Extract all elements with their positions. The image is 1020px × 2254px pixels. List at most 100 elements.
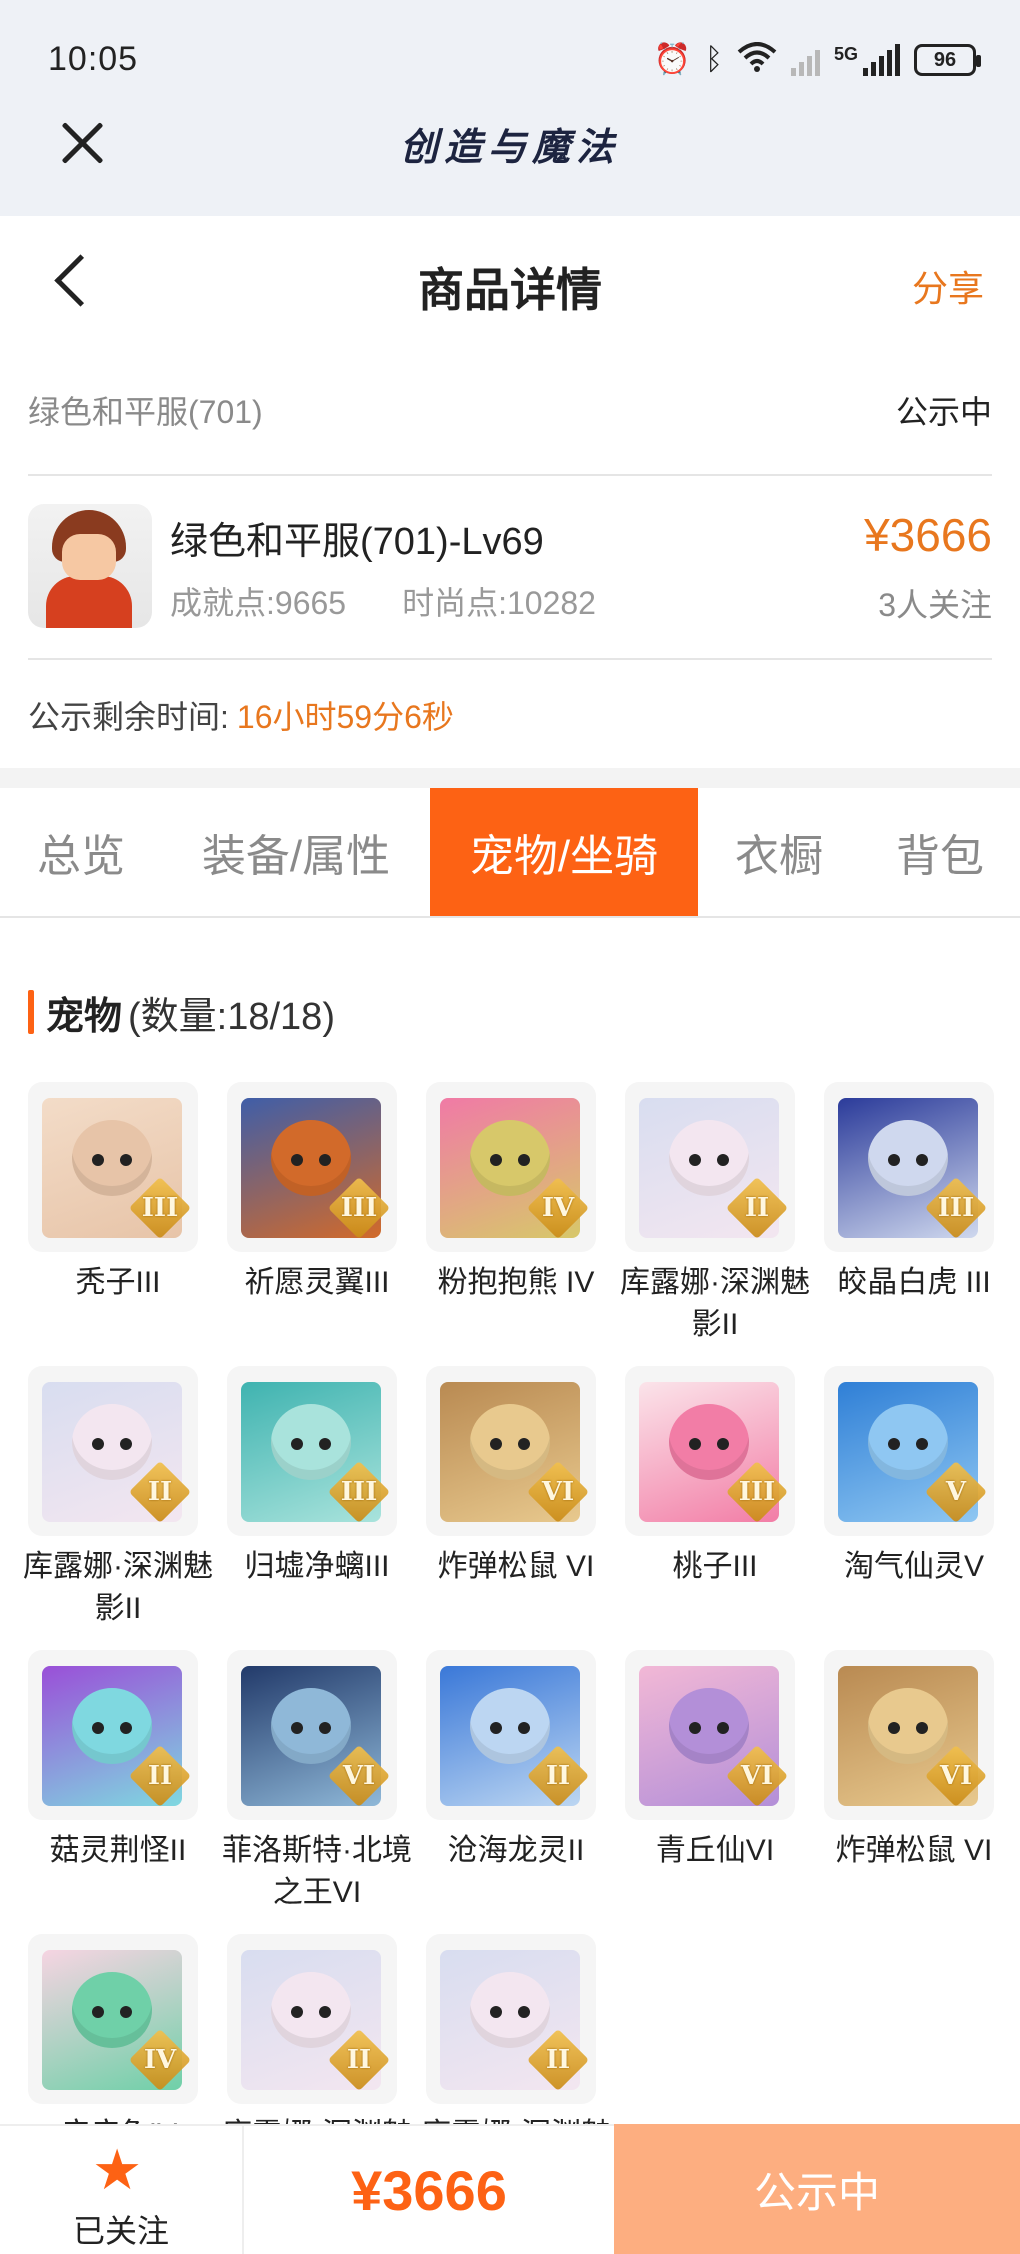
tier-badge: II — [526, 2028, 590, 2092]
section-gap — [0, 768, 1020, 788]
tab-wardrobe[interactable]: 衣橱 — [698, 788, 860, 916]
tier-badge: IV — [128, 2028, 192, 2092]
signal-icon-sim1 — [790, 44, 820, 76]
tier-badge: VI — [327, 1744, 391, 1808]
tier-badge: VI — [924, 1744, 988, 1808]
tier-label: III — [340, 1477, 378, 1507]
pet-thumbnail: II — [426, 1650, 596, 1820]
item-name: 绿色和平服(701) — [28, 394, 263, 430]
divider — [28, 658, 992, 660]
pet-name: 库露娜·深渊魅影II — [620, 1266, 810, 1341]
remaining-time-label: 公示剩余时间: — [28, 699, 229, 735]
tier-badge: III — [924, 1176, 988, 1240]
tier-label: II — [147, 1477, 173, 1507]
alarm-icon: ⏰ — [653, 43, 691, 76]
page-header: 商品详情 分享 — [0, 216, 1020, 346]
pet-name: 库露娜·深渊魅影II — [23, 1550, 213, 1625]
item-summary-row: 绿色和平服(701) 公示中 — [28, 380, 992, 440]
character-avatar — [28, 504, 152, 628]
pet-name: 皎晶白虎 III — [837, 1266, 991, 1299]
tier-label: II — [147, 1761, 173, 1791]
tier-label: VI — [939, 1761, 973, 1791]
tier-label: IV — [541, 1193, 575, 1223]
tier-badge: III — [327, 1460, 391, 1524]
tier-badge: II — [327, 2028, 391, 2092]
pet-thumbnail: VI — [824, 1650, 994, 1820]
pet-thumbnail: III — [824, 1082, 994, 1252]
battery-level: 96 — [933, 48, 957, 71]
pet-thumbnail: II — [227, 1934, 397, 2104]
tier-badge: VI — [725, 1744, 789, 1808]
tier-label: II — [545, 2045, 571, 2075]
pet-name: 秃子III — [75, 1266, 161, 1299]
pet-name: 炸弹松鼠 VI — [835, 1834, 993, 1867]
pet-thumbnail: VI — [625, 1650, 795, 1820]
pet-thumbnail: III — [227, 1366, 397, 1536]
follow-button[interactable]: ★ 已关注 — [0, 2126, 244, 2254]
remaining-time-value: 16小时59分6秒 — [236, 699, 454, 735]
tier-badge: III — [128, 1176, 192, 1240]
share-button[interactable]: 分享 — [912, 260, 984, 312]
tier-label: VI — [342, 1761, 376, 1791]
bottom-price: ¥3666 — [351, 2158, 507, 2222]
item-title: 绿色和平服(701)-Lv69 — [170, 521, 544, 563]
item-price: ¥3666 — [864, 509, 992, 561]
tab-overview[interactable]: 总览 — [0, 788, 162, 916]
bluetooth-icon: ᛒ — [704, 43, 723, 76]
tier-label: II — [545, 1761, 571, 1791]
tier-label: III — [937, 1193, 975, 1223]
pet-thumbnail: III — [625, 1366, 795, 1536]
section-label: 宠物 — [46, 995, 123, 1038]
bottom-action-bar: ★ 已关注 ¥3666 公示中 — [0, 2124, 1020, 2254]
tier-label: V — [945, 1477, 967, 1507]
status-icons: ⏰ ᛒ 5G 96 — [653, 42, 981, 78]
page-title: 商品详情 — [418, 264, 602, 316]
tier-badge: II — [128, 1460, 192, 1524]
tab-bar: 总览 装备/属性 宠物/坐骑 衣橱 背包 — [0, 788, 1020, 918]
battery-icon: 96 — [914, 44, 981, 76]
tier-label: III — [340, 1193, 378, 1223]
tier-badge: VI — [526, 1460, 590, 1524]
pet-thumbnail: II — [28, 1366, 198, 1536]
fashion-points: 时尚点:10282 — [402, 585, 596, 621]
tier-badge: III — [725, 1460, 789, 1524]
network-type-label: 5G — [833, 44, 858, 64]
pet-name: 炸弹松鼠 VI — [437, 1550, 595, 1583]
pet-name: 粉抱抱熊 IV — [437, 1266, 595, 1299]
star-icon: ★ — [92, 2138, 143, 2201]
tier-badge: II — [725, 1176, 789, 1240]
app-title: 创造与魔法 — [399, 124, 620, 169]
tab-backpack[interactable]: 背包 — [860, 788, 1020, 916]
pet-name: 淘气仙灵V — [843, 1550, 984, 1583]
pet-name: 归墟净螭III — [244, 1550, 390, 1583]
tab-equipment[interactable]: 装备/属性 — [162, 788, 430, 916]
tier-badge: III — [327, 1176, 391, 1240]
tier-label: II — [346, 2045, 372, 2075]
tier-badge: II — [526, 1744, 590, 1808]
pet-thumbnail: VI — [426, 1366, 596, 1536]
pet-name: 桃子III — [672, 1550, 758, 1583]
tier-label: III — [141, 1193, 179, 1223]
status-button[interactable]: 公示中 — [614, 2124, 1020, 2254]
tier-badge: V — [924, 1460, 988, 1524]
pet-thumbnail: III — [28, 1082, 198, 1252]
pet-name: 菲洛斯特·北境之王VI — [222, 1834, 412, 1909]
pet-thumbnail: VI — [227, 1650, 397, 1820]
pet-thumbnail: V — [824, 1366, 994, 1536]
section-accent-bar — [28, 990, 34, 1034]
remaining-time: 公示剩余时间: 16小时59分6秒 — [28, 692, 454, 738]
tier-badge: II — [128, 1744, 192, 1808]
pet-name: 沧海龙灵II — [447, 1834, 585, 1867]
signal-icon-5g: 5G — [834, 44, 900, 76]
pet-thumbnail: II — [625, 1082, 795, 1252]
pet-thumbnail: III — [227, 1082, 397, 1252]
section-count: (数量:18/18) — [128, 995, 335, 1038]
tab-pets-mounts[interactable]: 宠物/坐骑 — [430, 788, 698, 916]
achievement-points: 成就点:9665 — [170, 585, 347, 621]
pet-name: 祈愿灵翼III — [244, 1266, 390, 1299]
pets-section-title: 宠物 (数量:18/18) — [28, 988, 335, 1038]
divider — [28, 474, 992, 476]
pet-name: 菇灵荆怪II — [49, 1834, 187, 1867]
pet-thumbnail: II — [426, 1934, 596, 2104]
tier-label: VI — [541, 1477, 575, 1507]
